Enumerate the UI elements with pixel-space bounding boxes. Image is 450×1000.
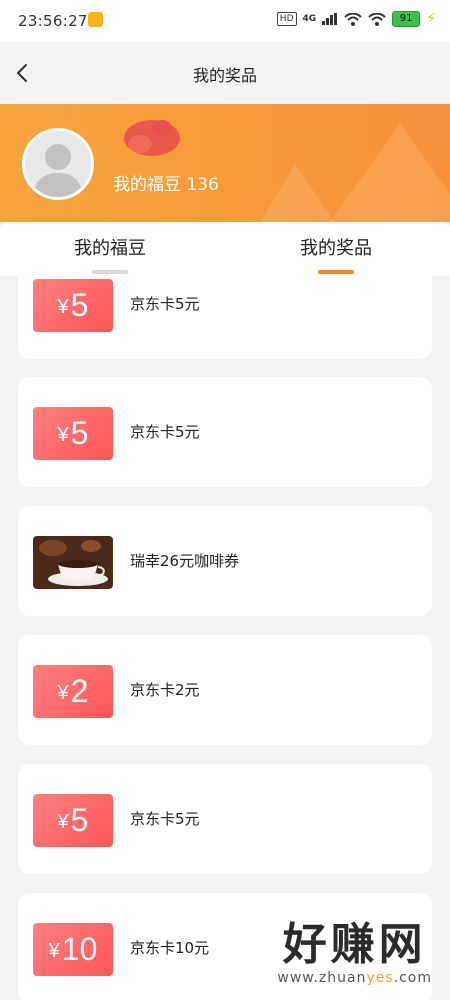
currency-symbol: ¥ (48, 940, 60, 962)
coupon-amount: 5 (70, 415, 89, 451)
prize-name: 瑞幸26元咖啡券 (130, 552, 240, 570)
watermark-url-part: www.zhuan (277, 970, 367, 986)
prize-card[interactable]: ¥ 5 京东卡5元 (18, 276, 432, 359)
coupon-amount: 2 (70, 673, 89, 709)
charging-icon: ⚡ (426, 11, 436, 27)
prize-name: 京东卡5元 (130, 810, 200, 828)
app-notification-icon (88, 12, 103, 27)
tab-my-prizes[interactable]: 我的奖品 (300, 234, 372, 274)
status-time: 23:56:27 (18, 12, 88, 30)
currency-symbol: ¥ (57, 811, 69, 833)
coffee-coupon-image (33, 536, 113, 589)
battery-icon: 91 (392, 11, 421, 27)
tab-my-fudou[interactable]: 我的福豆 (74, 234, 146, 274)
coupon-amount: 5 (70, 802, 89, 838)
wifi-icon-2 (368, 12, 386, 26)
watermark-url-part: .com (393, 970, 432, 986)
currency-symbol: ¥ (57, 424, 69, 446)
jd-coupon-image: ¥ 5 (33, 407, 113, 460)
jd-coupon-image: ¥ 2 (33, 665, 113, 718)
prize-card[interactable]: ¥ 2 京东卡2元 (18, 635, 432, 745)
coupon-amount: 5 (70, 287, 89, 323)
prize-card[interactable]: ¥ 5 京东卡5元 (18, 377, 432, 487)
jd-coupon-image: ¥ 5 (33, 279, 113, 332)
status-icons: HD 4G 91 ⚡ (276, 11, 436, 27)
cell-signal-icon (322, 13, 338, 25)
wifi-icon (344, 12, 362, 26)
tab-label: 我的福豆 (74, 238, 146, 259)
username-redacted (124, 120, 180, 156)
network-type-label: 4G (302, 14, 317, 24)
status-bar: 23:56:27 HD 4G 91 ⚡ (0, 0, 450, 42)
tab-label: 我的奖品 (300, 238, 372, 259)
prize-card[interactable]: 瑞幸26元咖啡券 (18, 506, 432, 616)
nav-bar: 我的奖品 (0, 42, 450, 104)
watermark-logo-text: 好赚网 (282, 919, 427, 970)
prize-name: 京东卡10元 (130, 939, 210, 957)
profile-banner: 我的福豆 136 (0, 104, 450, 222)
tab-indicator-active (318, 270, 354, 274)
jd-coupon-image: ¥ 10 (33, 923, 113, 976)
prize-name: 京东卡2元 (130, 681, 200, 699)
watermark-url: www.zhuanyes.com (277, 970, 432, 986)
coupon-amount: 10 (61, 931, 98, 967)
prize-name: 京东卡5元 (130, 295, 200, 313)
jd-coupon-image: ¥ 5 (33, 794, 113, 847)
fudou-balance: 我的福豆 136 (113, 175, 219, 195)
site-watermark: 好赚网 www.zhuanyes.com (277, 919, 432, 987)
prize-list[interactable]: ¥ 5 京东卡5元 ¥ 5 京东卡5元 瑞幸26元咖啡券 ¥ 2 京东卡2元 ¥… (0, 276, 450, 1000)
default-avatar-icon (25, 131, 91, 197)
tab-bar: 我的福豆 我的奖品 (0, 222, 450, 276)
coffee-cup-icon (33, 536, 113, 589)
prize-card[interactable]: ¥ 5 京东卡5元 (18, 764, 432, 874)
watermark-url-highlight: yes (366, 970, 394, 986)
page-title: 我的奖品 (192, 66, 257, 85)
currency-symbol: ¥ (57, 682, 69, 704)
hd-icon: HD (276, 12, 297, 26)
tab-indicator (92, 270, 128, 274)
avatar[interactable] (22, 128, 94, 200)
prize-name: 京东卡5元 (130, 423, 200, 441)
banner-decoration (260, 124, 450, 222)
currency-symbol: ¥ (57, 296, 69, 318)
